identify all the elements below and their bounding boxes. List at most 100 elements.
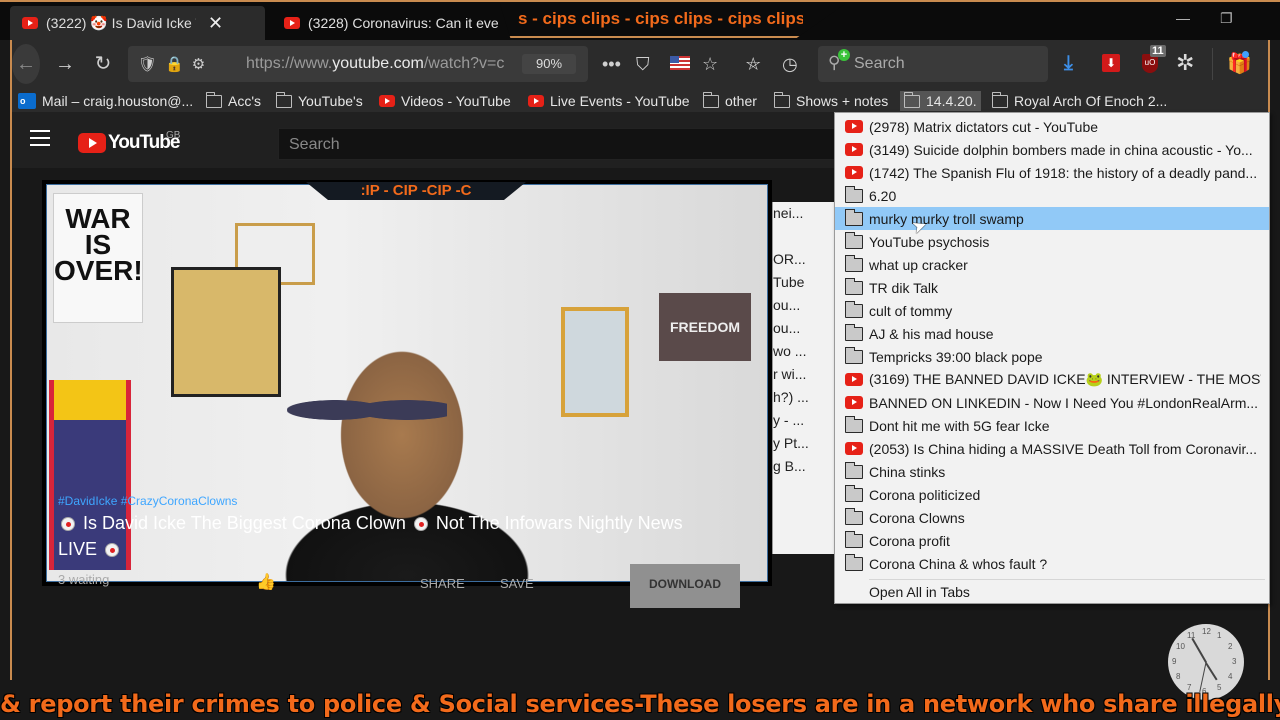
bookmark-live-events[interactable]: Live Events - YouTube <box>528 91 690 111</box>
video-downloader-icon[interactable]: ⬇ <box>1102 54 1120 72</box>
bookmark-menu-item[interactable]: what up cracker <box>835 253 1269 276</box>
bookmark-menu-item[interactable]: Dont hit me with 5G fear Icke <box>835 414 1269 437</box>
bookmarks-menu-icon[interactable]: ⛤ <box>746 52 760 76</box>
bookmark-other[interactable]: other <box>702 91 757 111</box>
bookmark-menu-item[interactable]: cult of tommy <box>835 299 1269 322</box>
url-bar[interactable]: 🛡🔒⚙ https://www.youtube.com/watch?v=c 90… <box>128 46 588 82</box>
region-code: GB <box>166 130 181 141</box>
bookmark-menu-item-label: cult of tommy <box>869 302 953 319</box>
forward-arrow-icon[interactable]: → <box>52 52 78 76</box>
submenu-item[interactable]: g B... <box>773 455 838 478</box>
bookmark-royal-arch[interactable]: Royal Arch Of Enoch 2... <box>991 91 1168 111</box>
download-button[interactable]: DOWNLOAD <box>630 564 740 608</box>
bookmark-label: YouTube's <box>298 93 363 109</box>
bookmark-accs[interactable]: Acc's <box>205 91 261 111</box>
reload-icon[interactable]: ↻ <box>90 52 116 76</box>
download-icon[interactable]: ⤓ <box>1064 52 1073 75</box>
submenu-item[interactable]: OR... <box>773 248 838 271</box>
bookmark-menu-item[interactable]: AJ & his mad house <box>835 322 1269 345</box>
bookmark-menu-item[interactable]: (2978) Matrix dictators cut - YouTube <box>835 115 1269 138</box>
restore-icon[interactable]: ❐ <box>1220 10 1233 27</box>
folder-icon <box>839 277 869 295</box>
bookmark-menu-item[interactable]: (3169) THE BANNED DAVID ICKE🐸 INTERVIEW … <box>835 368 1269 391</box>
bookmark-menu-item-label: Corona China & whos fault ? <box>869 555 1048 572</box>
bookmark-menu-item[interactable]: (1742) The Spanish Flu of 1918: the hist… <box>835 161 1269 184</box>
submenu-item[interactable]: ou... <box>773 317 838 340</box>
submenu-item[interactable]: ou... <box>773 294 838 317</box>
folder-icon <box>991 91 1008 108</box>
bookmark-label: Royal Arch Of Enoch 2... <box>1014 93 1168 109</box>
bookmark-menu-item[interactable]: Corona China & whos fault ? <box>835 552 1269 575</box>
bookmark-menu-item-label: (3149) Suicide dolphin bombers made in c… <box>869 141 1253 158</box>
page-actions-icon[interactable]: ••• <box>602 52 621 76</box>
url-text[interactable]: https://www.youtube.com/watch?v=c <box>246 55 518 73</box>
tab-inactive[interactable]: (3228) Coronavirus: Can it eve <box>272 6 502 40</box>
back-arrow-icon[interactable]: ← <box>12 44 40 84</box>
search-placeholder: Search <box>854 55 905 72</box>
bookmark-menu-item[interactable]: Tempricks 39:00 black pope <box>835 345 1269 368</box>
bookmark-folder-menu: (2978) Matrix dictators cut - YouTube (31… <box>834 112 1270 604</box>
gear-icon[interactable]: ✲ <box>1176 50 1194 76</box>
close-tab-icon[interactable]: ✕ <box>208 13 223 34</box>
submenu-item[interactable]: wo ... <box>773 340 838 363</box>
bookmark-menu-item[interactable]: Corona Clowns <box>835 506 1269 529</box>
bookmark-menu-item[interactable]: 6.20 <box>835 184 1269 207</box>
bookmark-menu-item[interactable]: murky murky troll swamp <box>835 207 1269 230</box>
bookmark-label: Videos - YouTube <box>401 93 511 109</box>
bookmark-videos-youtube[interactable]: Videos - YouTube <box>379 91 511 111</box>
bookmark-14-4-20[interactable]: 14.4.20. <box>900 91 981 111</box>
youtube-icon <box>845 143 863 156</box>
search-bar[interactable]: ⚲ + Search <box>818 46 1048 82</box>
open-all-label: Open All in Tabs <box>869 583 970 600</box>
overlay-banner-text: s - cips clips - cips clips - cips clips <box>518 9 803 28</box>
folder-icon <box>844 254 863 272</box>
bookmark-mail[interactable]: o Mail – craig.houston@... <box>18 91 193 111</box>
bookmark-menu-item-label: AJ & his mad house <box>869 325 994 342</box>
bookmark-youtubes[interactable]: YouTube's <box>275 91 363 111</box>
menu-icon[interactable] <box>30 130 50 146</box>
tab-bar: (3222) 🤡 Is David Icke The Big ✕ (3228) … <box>0 0 1280 40</box>
bookmark-menu-item[interactable]: TR dik Talk <box>835 276 1269 299</box>
submenu-item[interactable]: y Pt... <box>773 432 838 455</box>
submenu-item[interactable]: r wi... <box>773 363 838 386</box>
share-button[interactable]: SHARE <box>420 576 465 591</box>
bookmark-menu-item[interactable]: (3149) Suicide dolphin bombers made in c… <box>835 138 1269 161</box>
bookmark-shows-notes[interactable]: Shows + notes <box>773 91 889 111</box>
pocket-icon[interactable]: ⛉ <box>636 52 650 76</box>
bookmark-menu-item[interactable]: China stinks <box>835 460 1269 483</box>
like-icon[interactable]: 👍 <box>256 572 276 592</box>
clock-numeral: 3 <box>1232 657 1237 666</box>
folder-icon <box>844 484 863 502</box>
submenu-item[interactable] <box>773 225 838 248</box>
url-security-icons[interactable]: 🛡🔒⚙ <box>138 55 213 73</box>
submenu-item[interactable]: Tube <box>773 271 838 294</box>
folder-icon <box>839 415 869 433</box>
bookmark-label: Shows + notes <box>796 93 889 109</box>
zoom-level-badge[interactable]: 90% <box>522 54 576 74</box>
toolbar-separator <box>1212 48 1213 80</box>
save-button[interactable]: SAVE <box>500 576 534 591</box>
bookmark-menu-item[interactable]: (2053) Is China hiding a MASSIVE Death T… <box>835 437 1269 460</box>
folder-icon <box>839 484 869 502</box>
clown-emoji-icon <box>61 517 75 531</box>
bookmark-star-icon[interactable]: ☆ <box>702 52 718 76</box>
submenu-item[interactable]: y - ... <box>773 409 838 432</box>
youtube-logo-icon[interactable] <box>78 133 106 153</box>
submenu-item[interactable]: nei... <box>773 202 838 225</box>
open-all-in-tabs[interactable]: Open All in Tabs <box>835 580 1269 603</box>
bookmark-menu-item[interactable]: Corona profit <box>835 529 1269 552</box>
youtube-search-input[interactable]: Search <box>278 128 838 160</box>
history-clock-icon[interactable]: ◷ <box>782 52 798 76</box>
folder-icon <box>844 231 863 249</box>
clock-numeral: 2 <box>1227 642 1233 651</box>
video-hashtags[interactable]: #DavidIcke #CrazyCoronaClowns <box>58 494 237 508</box>
bookmark-menu-item[interactable]: BANNED ON LINKEDIN - Now I Need You #Lon… <box>835 391 1269 414</box>
folder-icon <box>773 91 790 108</box>
tab-active[interactable]: (3222) 🤡 Is David Icke The Big ✕ <box>10 6 265 40</box>
folder-icon <box>844 415 863 433</box>
bookmark-menu-item[interactable]: Corona politicized <box>835 483 1269 506</box>
minimize-icon[interactable]: — <box>1176 10 1190 26</box>
us-flag-icon[interactable] <box>670 56 690 70</box>
submenu-item[interactable]: h?) ... <box>773 386 838 409</box>
bookmark-menu-item[interactable]: YouTube psychosis <box>835 230 1269 253</box>
